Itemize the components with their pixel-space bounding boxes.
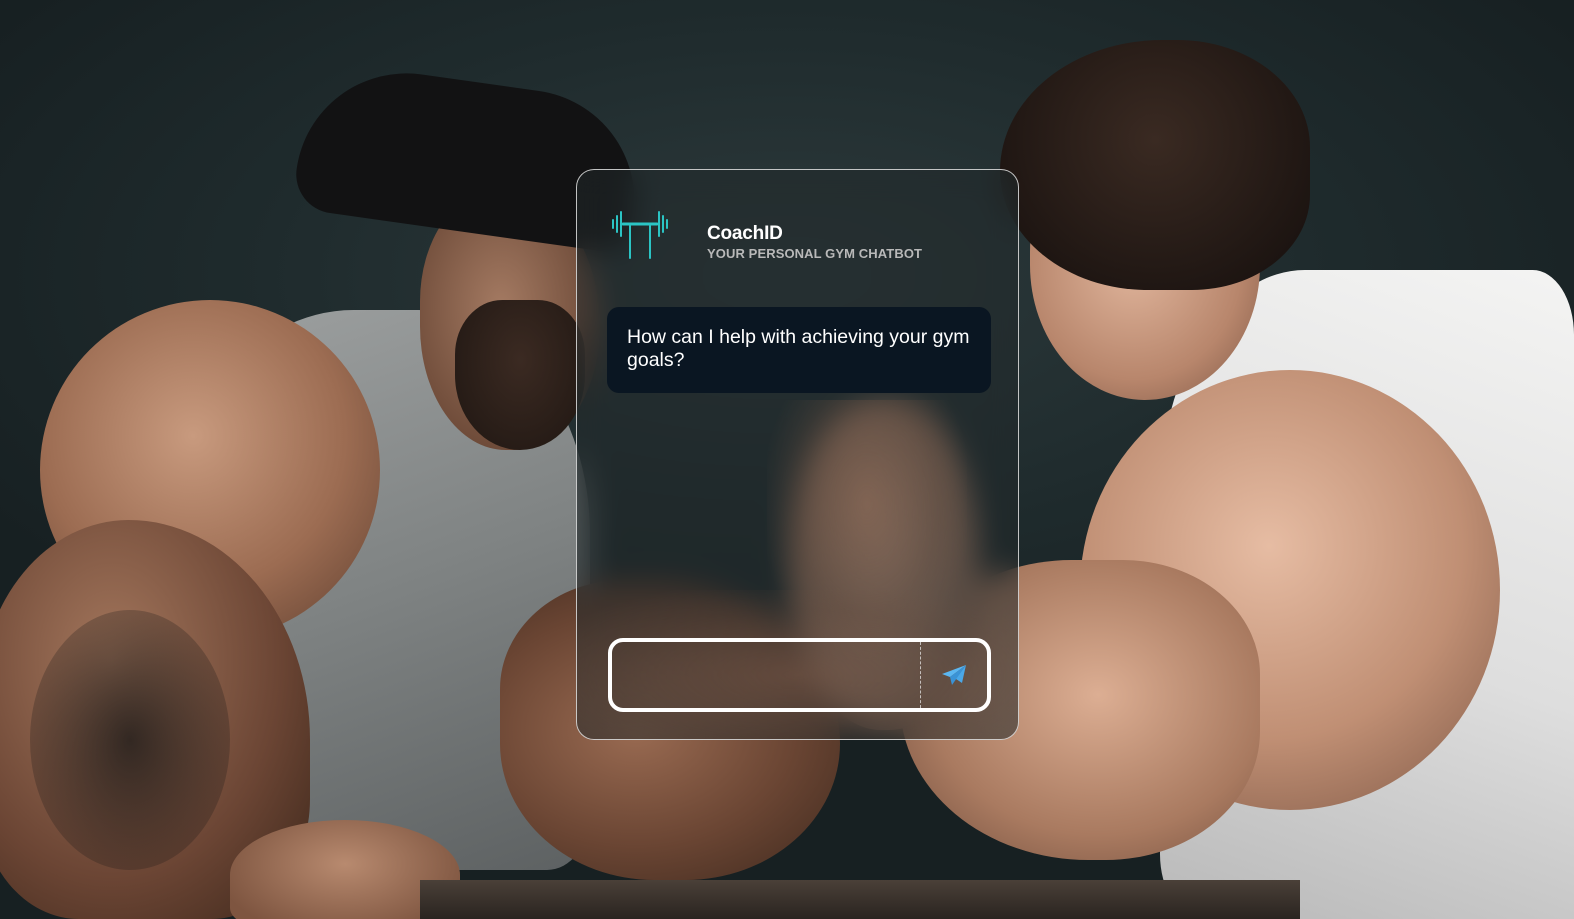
message-input[interactable] xyxy=(612,642,920,708)
chatbot-card: CoachID YOUR PERSONAL GYM CHATBOT How ca… xyxy=(576,169,1019,740)
card-backdrop-glow xyxy=(767,400,967,660)
barbell-icon xyxy=(612,211,668,259)
wrestling-table xyxy=(420,880,1300,919)
app-subtitle: YOUR PERSONAL GYM CHATBOT xyxy=(707,246,923,261)
message-composer xyxy=(608,638,991,712)
chatbot-titles: CoachID YOUR PERSONAL GYM CHATBOT xyxy=(707,223,922,262)
left-athlete-beard xyxy=(455,300,585,450)
left-athlete-tattoo xyxy=(30,610,230,870)
right-athlete-hair xyxy=(1000,40,1310,290)
send-button[interactable] xyxy=(921,642,987,708)
bot-message-bubble: How can I help with achieving your gym g… xyxy=(607,307,991,393)
paper-plane-icon xyxy=(942,665,966,685)
chatbot-header: CoachID YOUR PERSONAL GYM CHATBOT xyxy=(611,208,922,264)
app-name: CoachID xyxy=(707,223,783,244)
